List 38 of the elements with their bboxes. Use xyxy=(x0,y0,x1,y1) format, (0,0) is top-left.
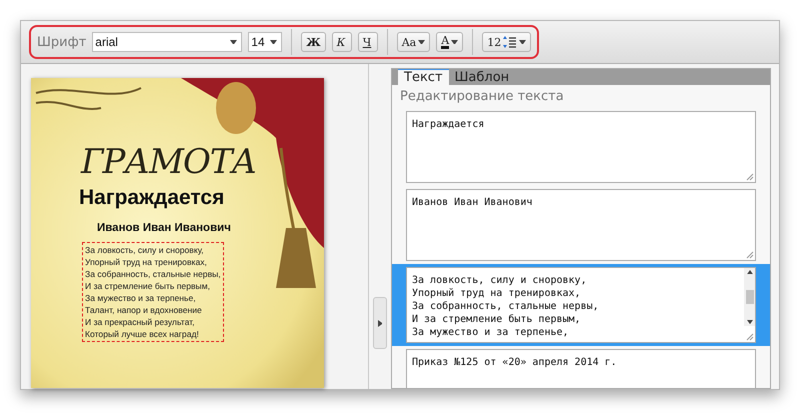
resize-grip-icon[interactable] xyxy=(746,173,754,181)
recipient-name: Иванов Иван Иванович xyxy=(97,222,231,234)
poem-text[interactable]: За ловкость, силу и сноровку, Упорный труд на тренировках, За собранность, стальные нервы, И за стремление быть первым, За мужество и за терпенье, Талант, напор и вдохновение И за прекрасный результат, Который лучше всех наград! xyxy=(82,242,224,342)
text-case-button[interactable]: Aa xyxy=(396,32,430,52)
text-area[interactable]: Награждается xyxy=(406,111,756,183)
underline-button[interactable]: Ч xyxy=(358,32,378,52)
resize-grip-icon[interactable] xyxy=(746,251,754,259)
scrollbar[interactable] xyxy=(744,268,755,326)
caret-icon xyxy=(746,320,752,324)
resize-grip-icon[interactable] xyxy=(746,333,754,341)
caret-icon xyxy=(418,40,426,44)
collapse-handle[interactable] xyxy=(373,297,387,349)
caret-icon xyxy=(746,270,752,274)
text-area[interactable]: Приказ №125 от «20» апреля 2014 г. xyxy=(406,349,756,388)
line-spacing-button[interactable]: 12 xyxy=(482,32,532,52)
font-label: Шрифт xyxy=(37,34,86,50)
certificate-heading: Награждается xyxy=(79,186,224,210)
tab[interactable]: Текст xyxy=(398,69,449,85)
text-area[interactable]: За ловкость, силу и сноровку, Упорный труд на тренировках, За собранность, стальные нервы, И за стремление быть первым, За мужество и за терпенье, xyxy=(406,267,756,343)
field-text: Иванов Иван Иванович xyxy=(412,196,534,209)
text-area[interactable]: Иванов Иван Иванович xyxy=(406,189,756,261)
field-text: Награждается xyxy=(412,118,486,131)
text-color-button[interactable]: A xyxy=(436,32,464,52)
caret-icon xyxy=(451,40,458,44)
caret-icon xyxy=(270,40,278,44)
italic-button[interactable]: К xyxy=(332,32,352,52)
tab[interactable]: Шаблон xyxy=(448,69,516,85)
bold-button[interactable]: Ж xyxy=(301,32,326,52)
expand-arrow-icon xyxy=(378,320,382,326)
field-text: Приказ №125 от «20» апреля 2014 г. xyxy=(412,356,618,369)
section-heading: Редактирование текста xyxy=(399,88,565,106)
certificate-title: ГРАМОТА xyxy=(81,142,256,182)
font-select[interactable]: arial xyxy=(92,32,242,52)
field-text: За ловкость, силу и сноровку, Упорный труд на тренировках, За собранность, стальные нервы, И за стремление быть первым, За мужество и за терпенье, xyxy=(412,274,600,339)
caret-icon xyxy=(230,40,238,44)
caret-icon xyxy=(519,40,526,44)
size-select[interactable]: 14 xyxy=(248,32,282,52)
line-spacing-icon xyxy=(503,36,518,48)
